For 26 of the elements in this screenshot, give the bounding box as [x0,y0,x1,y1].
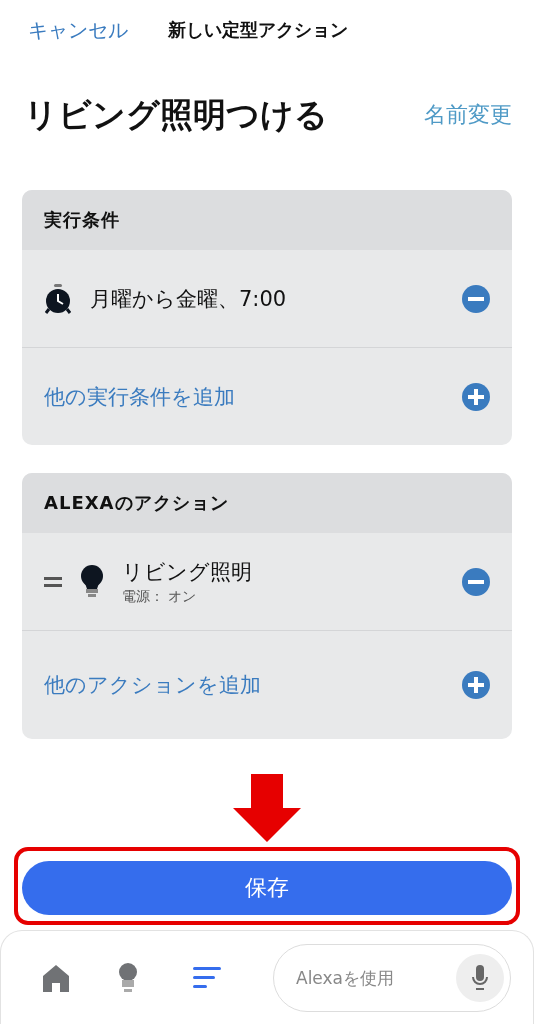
home-icon[interactable] [41,962,71,993]
down-arrow-icon [233,774,301,842]
add-link[interactable]: 他のアクションを追加 [44,671,261,699]
list-icon[interactable] [193,966,223,989]
search-field[interactable]: Alexaを使用 [294,966,456,989]
remove-icon[interactable] [462,284,490,313]
light-bulb-icon [80,564,104,599]
remove-icon[interactable] [462,567,490,596]
microphone-button[interactable] [456,953,504,1002]
add-icon[interactable] [462,382,490,411]
save-button[interactable]: 保存 [22,861,512,915]
add-link[interactable]: 他の実行条件を追加 [44,382,235,411]
item-title: リビング照明 [122,558,253,586]
microphone-icon [472,964,488,991]
section-title: 実行条件 [44,208,120,232]
routine-name: リビング照明つける [24,93,328,136]
cancel-link[interactable]: キャンセル [28,16,128,44]
item-detail: 電源： オン [122,587,198,606]
alarm-clock-icon [44,282,72,315]
add-icon[interactable] [462,671,490,699]
section-title: ALEXAのアクション [44,491,229,515]
light-bulb-icon[interactable] [117,962,139,993]
drag-handle-icon[interactable] [44,576,62,587]
item-title: 月曜から金曜、7:00 [90,285,288,313]
screen-title: 新しい定型アクション [168,18,348,42]
rename-link[interactable]: 名前変更 [424,100,512,130]
